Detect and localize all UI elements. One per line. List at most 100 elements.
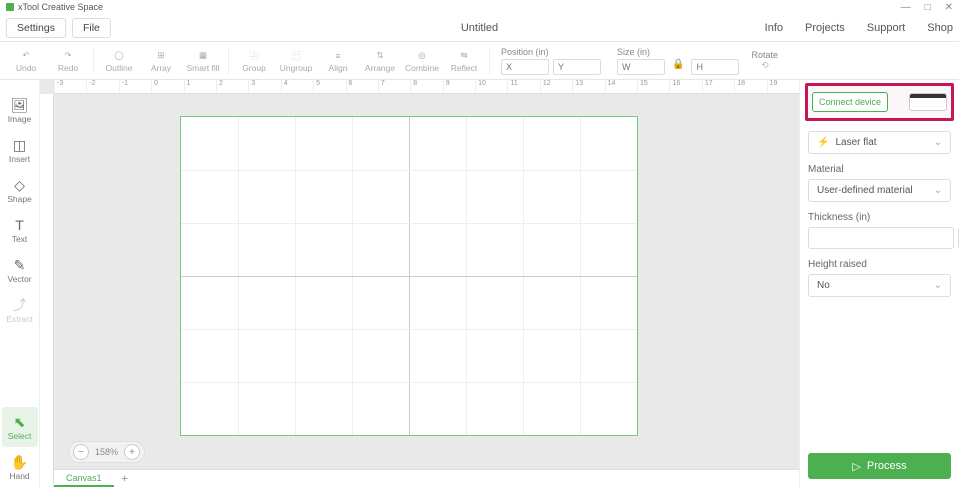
tool-select-label: Select xyxy=(8,431,32,441)
window-maximize[interactable]: □ xyxy=(925,2,931,13)
support-link[interactable]: Support xyxy=(867,22,906,34)
ruler-tick: -1 xyxy=(119,80,151,93)
mode-select[interactable]: ⚡ Laser flat xyxy=(808,131,951,154)
image-icon: 🖼 xyxy=(11,96,29,114)
ruler-tick: 2 xyxy=(216,80,248,93)
ruler-tick: 14 xyxy=(605,80,637,93)
ruler-tick: 0 xyxy=(151,80,183,93)
ruler-tick: 17 xyxy=(702,80,734,93)
tool-vector[interactable]: ✎Vector xyxy=(2,250,38,290)
redo-label: Redo xyxy=(58,63,78,73)
array-label: Array xyxy=(151,63,171,73)
size-h-input[interactable] xyxy=(691,59,739,75)
zoom-in-button[interactable]: + xyxy=(124,444,140,460)
projects-link[interactable]: Projects xyxy=(805,22,845,34)
array-icon: ⊞ xyxy=(153,49,169,63)
ruler-tick: 15 xyxy=(637,80,669,93)
reflect-label: Reflect xyxy=(451,63,477,73)
process-label: Process xyxy=(867,460,907,472)
ruler-tick: -3 xyxy=(54,80,86,93)
height-raised-select[interactable]: No xyxy=(808,274,951,297)
ruler-tick: 18 xyxy=(734,80,766,93)
outline-icon: ◯ xyxy=(111,49,127,63)
ruler-tick: 3 xyxy=(248,80,280,93)
align-button[interactable]: ≡Align xyxy=(318,44,358,78)
ungroup-button[interactable]: ⿸Ungroup xyxy=(276,44,316,78)
ruler-tick: 5 xyxy=(313,80,345,93)
thickness-label: Thickness (in) xyxy=(808,212,951,223)
add-canvas-button[interactable]: + xyxy=(114,473,136,485)
info-link[interactable]: Info xyxy=(765,22,783,34)
window-close[interactable]: ✕ xyxy=(945,2,953,13)
material-label: Material xyxy=(808,164,951,175)
array-button[interactable]: ⊞Array xyxy=(141,44,181,78)
play-icon: ▷ xyxy=(852,460,860,473)
smartfill-label: Smart fill xyxy=(186,63,219,73)
outline-button[interactable]: ◯Outline xyxy=(99,44,139,78)
window-minimize[interactable]: — xyxy=(901,2,911,13)
undo-button[interactable]: ↶Undo xyxy=(6,44,46,78)
reflect-icon: ⇋ xyxy=(456,49,472,63)
pos-y-input[interactable] xyxy=(553,59,601,75)
align-icon: ≡ xyxy=(330,49,346,63)
hand-icon: ✋ xyxy=(11,453,28,471)
redo-button[interactable]: ↷Redo xyxy=(48,44,88,78)
tool-insert[interactable]: ◫Insert xyxy=(2,130,38,170)
select-icon: ⬉ xyxy=(14,413,26,431)
rotate-icon[interactable]: ⟲ xyxy=(761,60,769,71)
undo-icon: ↶ xyxy=(18,49,34,63)
group-label: Group xyxy=(242,63,266,73)
tool-extract-label: Extract xyxy=(6,314,32,324)
process-button[interactable]: ▷ Process xyxy=(808,453,951,479)
app-logo xyxy=(6,3,14,11)
rotate-label: Rotate xyxy=(751,50,778,60)
shop-link[interactable]: Shop xyxy=(927,22,953,34)
tool-insert-label: Insert xyxy=(9,154,30,164)
canvas-area[interactable]: -3-2-1012345678910111213141516171819 − 1… xyxy=(40,80,799,487)
ungroup-icon: ⿸ xyxy=(288,49,304,63)
size-w-input[interactable] xyxy=(617,59,665,75)
pos-x-input[interactable] xyxy=(501,59,549,75)
artboard[interactable] xyxy=(180,116,638,436)
ruler-tick: 1 xyxy=(184,80,216,93)
ruler-tick: 13 xyxy=(572,80,604,93)
tool-text[interactable]: TText xyxy=(2,210,38,250)
align-label: Align xyxy=(329,63,348,73)
app-title: xTool Creative Space xyxy=(18,2,103,12)
canvas-tab[interactable]: Canvas1 xyxy=(54,470,114,487)
tool-hand[interactable]: ✋Hand xyxy=(2,447,38,487)
tool-hand-label: Hand xyxy=(9,471,29,481)
ruler-tick: 7 xyxy=(378,80,410,93)
size-label: Size (in) xyxy=(617,47,739,57)
extract-icon: ⤴ xyxy=(13,296,27,314)
file-button[interactable]: File xyxy=(72,18,111,38)
ruler-tick: 16 xyxy=(669,80,701,93)
group-button[interactable]: ⿻Group xyxy=(234,44,274,78)
ruler-tick: 4 xyxy=(281,80,313,93)
combine-button[interactable]: ◎Combine xyxy=(402,44,442,78)
material-select[interactable]: User-defined material xyxy=(808,179,951,202)
mode-value: Laser flat xyxy=(835,137,876,148)
ruler-horizontal: -3-2-1012345678910111213141516171819 xyxy=(54,80,799,94)
smartfill-button[interactable]: ▦Smart fill xyxy=(183,44,223,78)
ungroup-label: Ungroup xyxy=(280,63,313,73)
ruler-tick: 6 xyxy=(346,80,378,93)
connect-device-button[interactable]: Connect device xyxy=(812,92,888,112)
tool-extract[interactable]: ⤴Extract xyxy=(2,290,38,330)
shape-icon: ◇ xyxy=(14,176,25,194)
tool-image[interactable]: 🖼Image xyxy=(2,90,38,130)
laser-icon: ⚡ xyxy=(817,137,829,148)
arrange-button[interactable]: ⇅Arrange xyxy=(360,44,400,78)
tool-shape[interactable]: ◇Shape xyxy=(2,170,38,210)
tool-shape-label: Shape xyxy=(7,194,32,204)
device-box: Connect device xyxy=(805,83,954,121)
zoom-value: 158% xyxy=(91,447,122,457)
tool-select[interactable]: ⬉Select xyxy=(2,407,38,447)
settings-button[interactable]: Settings xyxy=(6,18,66,38)
ruler-tick: 10 xyxy=(475,80,507,93)
zoom-out-button[interactable]: − xyxy=(73,444,89,460)
thickness-input[interactable] xyxy=(808,227,954,249)
lock-aspect-icon[interactable]: 🔒 xyxy=(669,59,687,75)
redo-icon: ↷ xyxy=(60,49,76,63)
reflect-button[interactable]: ⇋Reflect xyxy=(444,44,484,78)
